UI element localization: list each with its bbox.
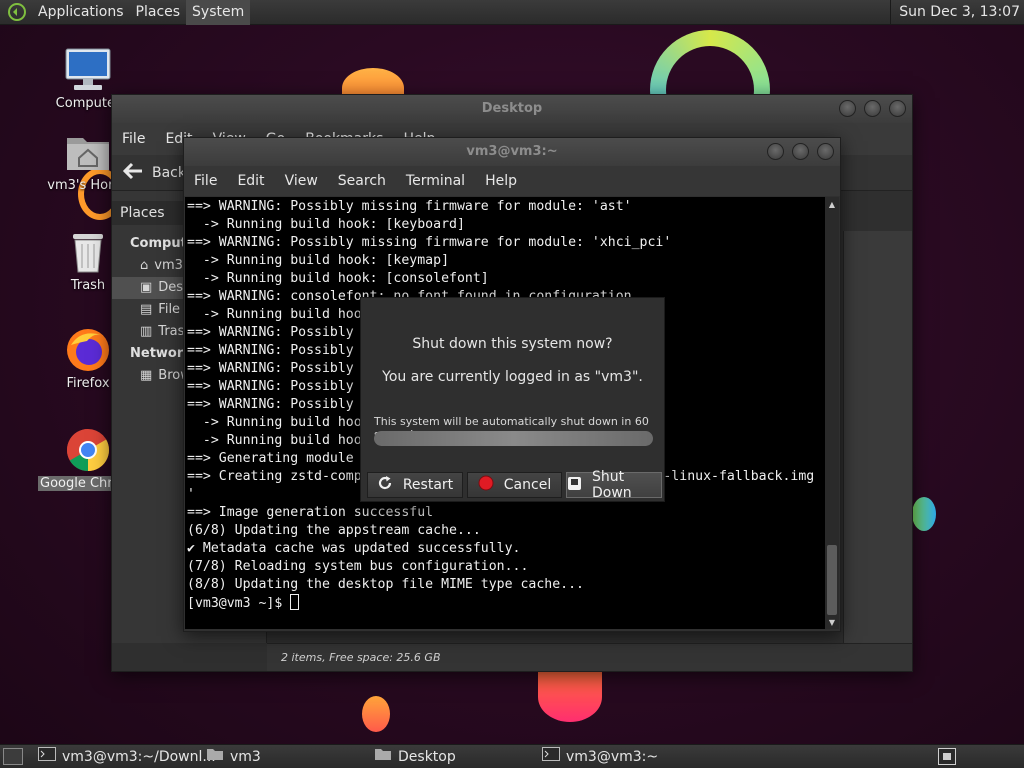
terminal-prompt-line: [vm3@vm3 ~]$ — [187, 594, 826, 612]
back-arrow-icon — [122, 162, 144, 184]
menu-file[interactable]: File — [112, 131, 155, 147]
progress-fill — [374, 431, 653, 446]
wallpaper-blob — [362, 696, 390, 732]
desktop-icon-label: Firefox — [66, 376, 110, 391]
taskbar-item[interactable]: vm3@vm3:~ — [542, 745, 658, 768]
back-button[interactable]: Back — [112, 162, 186, 184]
terminal-line: ==> WARNING: Possibly missing firmware f… — [187, 235, 672, 250]
menubar: File Edit View Search Terminal Help — [184, 166, 840, 196]
terminal-scrollbar[interactable]: ▲ ▼ — [825, 197, 839, 629]
window-titlebar[interactable]: Desktop — [112, 95, 912, 123]
folder-icon — [206, 745, 224, 768]
wallpaper-blob — [538, 672, 602, 722]
wallpaper-blob — [912, 497, 936, 531]
taskbar-item-label: vm3@vm3:~/Downl... — [62, 749, 216, 765]
file-view-pane — [843, 231, 912, 643]
shutdown-button[interactable]: Shut Down — [566, 469, 662, 501]
terminal-line: -> Running build hook: [keyboard] — [187, 217, 465, 232]
taskbar-item-label: vm3 — [230, 749, 261, 765]
applications-menu[interactable]: Applications — [32, 0, 130, 25]
restart-icon — [377, 475, 393, 495]
sidebar-item-label: vm3 — [154, 258, 183, 273]
shutdown-progress-bar — [374, 431, 653, 446]
cancel-icon — [478, 475, 494, 495]
terminal-icon — [38, 745, 56, 768]
back-label: Back — [152, 164, 186, 181]
system-menu[interactable]: System — [186, 0, 251, 25]
taskbar-item-label: vm3@vm3:~ — [566, 749, 659, 765]
minimize-button[interactable] — [767, 143, 784, 160]
menu-terminal[interactable]: Terminal — [396, 173, 475, 189]
folder-icon — [374, 745, 392, 768]
terminal-cursor — [290, 594, 300, 610]
window-title: vm3@vm3:~ — [466, 144, 558, 159]
shutdown-icon — [567, 476, 582, 495]
desktop-icon: ▣ — [140, 280, 153, 295]
menu-edit[interactable]: Edit — [227, 173, 274, 189]
status-bar: 2 items, Free space: 25.6 GB — [267, 643, 912, 671]
scroll-down-icon[interactable]: ▼ — [825, 615, 839, 629]
terminal-line: -> Running build hook: [keymap] — [187, 253, 450, 268]
terminal-line: -> Running build hook: [consolefont] — [187, 271, 489, 286]
menu-file[interactable]: File — [184, 173, 227, 189]
workspace-switcher[interactable] — [938, 748, 956, 765]
terminal-line: ==> WARNING: Possibly missing firmware f… — [187, 199, 632, 214]
terminal-line: (6/8) Updating the appstream cache... — [187, 523, 481, 538]
menu-view[interactable]: View — [275, 173, 328, 189]
dialog-logged-in-text: You are currently logged in as "vm3". — [382, 369, 643, 385]
menu-search[interactable]: Search — [328, 173, 396, 189]
bottom-panel: vm3@vm3:~/Downl... vm3 Desktop vm3@vm3:~ — [0, 744, 1024, 768]
close-button[interactable] — [889, 100, 906, 117]
chrome-icon — [64, 426, 112, 474]
trash-icon: ▥ — [140, 324, 153, 339]
maximize-button[interactable] — [792, 143, 809, 160]
taskbar-item[interactable]: Desktop — [374, 745, 456, 768]
window-titlebar[interactable]: vm3@vm3:~ — [184, 138, 840, 166]
places-menu[interactable]: Places — [130, 0, 187, 25]
taskbar-item-label: Desktop — [398, 749, 456, 765]
terminal-icon — [542, 745, 560, 768]
cancel-button[interactable]: Cancel — [467, 472, 562, 498]
restart-button[interactable]: Restart — [367, 472, 463, 498]
top-panel: Applications Places System Sun Dec 3, 13… — [0, 0, 1024, 25]
shutdown-label: Shut Down — [592, 469, 632, 501]
maximize-button[interactable] — [864, 100, 881, 117]
dialog-buttons: Restart Cancel Shut Down — [367, 469, 662, 501]
clock[interactable]: Sun Dec 3, 13:07 — [890, 0, 1020, 25]
firefox-icon — [64, 326, 112, 374]
trash-icon — [64, 228, 112, 276]
distro-logo-icon[interactable] — [6, 1, 28, 23]
terminal-line: (8/8) Updating the desktop file MIME typ… — [187, 577, 584, 592]
scrollbar-thumb[interactable] — [827, 545, 837, 615]
terminal-line: (7/8) Reloading system bus configuration… — [187, 559, 529, 574]
taskbar-item[interactable]: vm3 — [206, 745, 261, 768]
taskbar-item[interactable]: vm3@vm3:~/Downl... — [38, 745, 216, 768]
terminal-line: ✔ Metadata cache was updated successfull… — [187, 541, 521, 556]
terminal-prompt: [vm3@vm3 ~]$ — [187, 596, 291, 611]
home-folder-icon — [64, 128, 112, 176]
network-icon: ▦ — [140, 368, 153, 383]
scroll-up-icon[interactable]: ▲ — [825, 197, 839, 211]
minimize-button[interactable] — [839, 100, 856, 117]
computer-icon — [64, 46, 112, 94]
show-desktop-button[interactable] — [3, 748, 23, 765]
cancel-label: Cancel — [503, 477, 552, 493]
close-button[interactable] — [817, 143, 834, 160]
desktop-icon-label: Trash — [70, 278, 106, 293]
shutdown-dialog: Shut down this system now? You are curre… — [360, 297, 665, 502]
terminal-line: ==> Image generation successful — [187, 505, 434, 520]
dialog-question: Shut down this system now? — [412, 336, 613, 352]
restart-label: Restart — [402, 477, 454, 493]
drive-icon: ▤ — [140, 302, 153, 317]
window-title: Desktop — [481, 101, 543, 116]
home-icon: ⌂ — [140, 258, 149, 273]
menu-help[interactable]: Help — [475, 173, 527, 189]
